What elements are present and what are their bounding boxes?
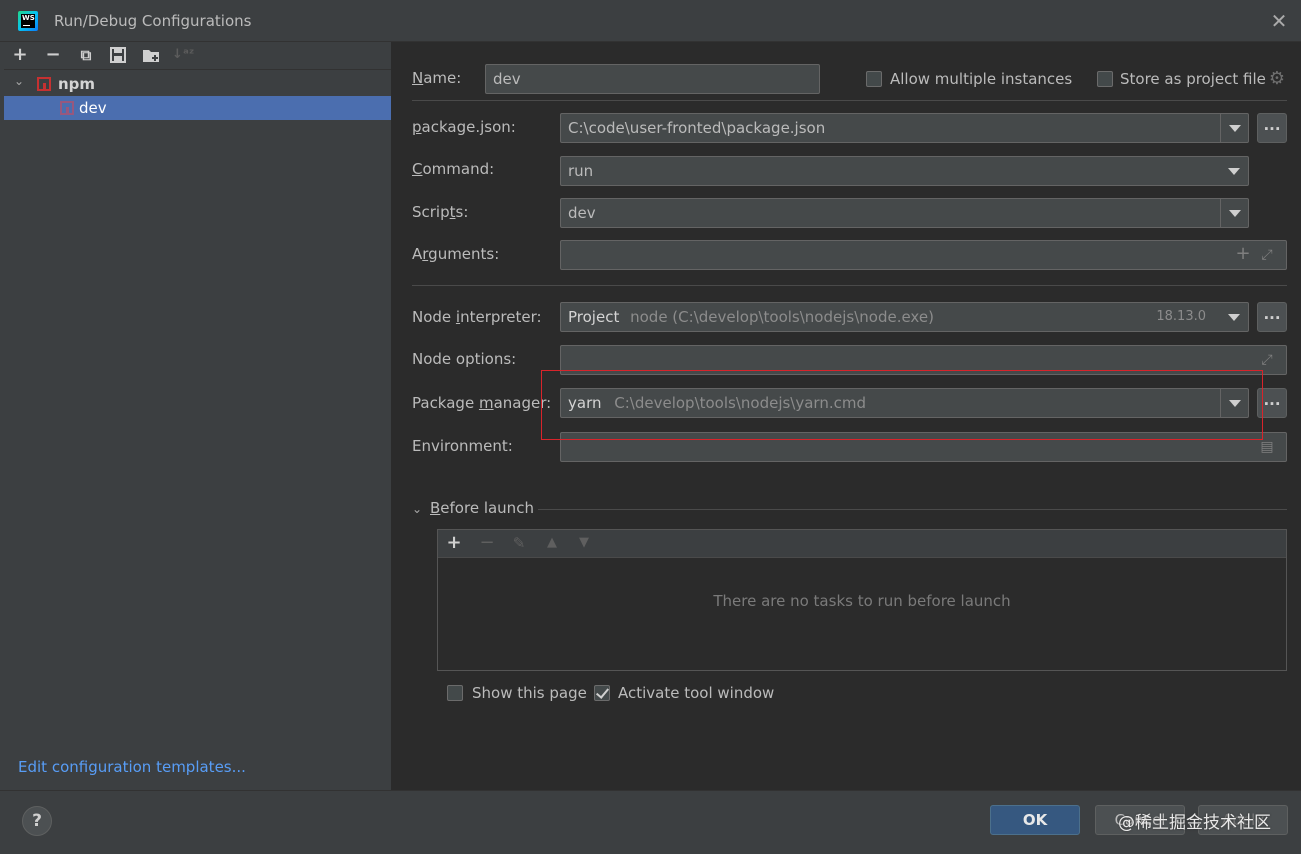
copy-icon[interactable]: ⧉ xyxy=(75,44,97,66)
expand-icon[interactable]: ⤢ xyxy=(1259,247,1275,263)
node-interpreter-select[interactable]: Project node (C:\develop\tools\nodejs\no… xyxy=(560,302,1249,332)
tree-group-label: npm xyxy=(58,75,96,93)
arguments-label: Arguments: xyxy=(412,245,500,263)
watermark: @稀土掘金技术社区 xyxy=(1118,813,1271,833)
plus-icon[interactable]: + xyxy=(1235,245,1251,263)
npm-icon xyxy=(60,101,74,115)
scripts-label: Scripts: xyxy=(412,203,469,221)
command-value: run xyxy=(568,162,594,180)
chevron-down-icon[interactable] xyxy=(1220,199,1248,227)
webstorm-logo-icon: WS xyxy=(18,11,38,31)
package-manager-path: C:\develop\tools\nodejs\yarn.cmd xyxy=(614,394,866,412)
chevron-down-icon[interactable] xyxy=(1220,303,1248,331)
browse-package-manager-button[interactable]: ... xyxy=(1257,388,1287,418)
package-manager-select[interactable]: yarn C:\develop\tools\nodejs\yarn.cmd xyxy=(560,388,1249,418)
environment-input[interactable]: ▤ xyxy=(560,432,1287,462)
add-task-icon[interactable]: + xyxy=(443,532,465,554)
save-icon[interactable] xyxy=(107,44,129,66)
chevron-down-icon[interactable]: ⌄ xyxy=(412,502,422,516)
before-launch-title[interactable]: Before launch xyxy=(430,499,534,517)
store-as-project-checkbox[interactable] xyxy=(1097,71,1113,87)
remove-icon[interactable]: − xyxy=(42,44,64,66)
ok-button[interactable]: OK xyxy=(990,805,1080,835)
node-options-input[interactable]: ⤢ xyxy=(560,345,1287,375)
browse-package-json-button[interactable]: ... xyxy=(1257,113,1287,143)
move-up-icon[interactable]: ▲ xyxy=(541,532,563,554)
activate-tool-label[interactable]: Activate tool window xyxy=(618,684,774,702)
before-launch-toolbar xyxy=(438,530,1286,558)
package-manager-name: yarn xyxy=(568,394,602,412)
scripts-select[interactable]: dev xyxy=(560,198,1249,228)
edit-templates-link[interactable]: Edit configuration templates... xyxy=(18,758,246,776)
before-launch-empty-text: There are no tasks to run before launch xyxy=(713,592,1011,610)
show-page-label[interactable]: Show this page xyxy=(472,684,587,702)
document-icon[interactable]: ▤ xyxy=(1259,439,1275,455)
move-down-icon[interactable]: ▼ xyxy=(573,532,595,554)
node-options-label: Node options: xyxy=(412,350,517,368)
command-label: Command: xyxy=(412,160,495,178)
store-as-project-label[interactable]: Store as project file xyxy=(1120,70,1266,88)
sort-icon[interactable]: ↓ᵃᶻ xyxy=(172,44,194,66)
allow-multiple-checkbox[interactable] xyxy=(866,71,882,87)
edit-task-icon[interactable]: ✎ xyxy=(508,532,530,554)
chevron-down-icon[interactable] xyxy=(1220,157,1248,185)
npm-icon xyxy=(37,77,51,91)
tree-group-npm[interactable]: ⌄ npm xyxy=(4,72,391,96)
help-button[interactable]: ? xyxy=(22,806,52,836)
name-label: Name: xyxy=(412,69,462,87)
add-icon[interactable]: + xyxy=(9,44,31,66)
remove-task-icon[interactable]: − xyxy=(476,532,498,554)
scripts-value: dev xyxy=(568,204,596,222)
browse-interpreter-button[interactable]: ... xyxy=(1257,302,1287,332)
panel-divider[interactable] xyxy=(391,42,392,790)
chevron-down-icon[interactable]: ⌄ xyxy=(14,74,24,88)
chevron-down-icon[interactable] xyxy=(1220,389,1248,417)
activate-tool-checkbox[interactable] xyxy=(594,685,610,701)
tree-item-label: dev xyxy=(79,99,107,117)
package-json-label: package.json: xyxy=(412,118,516,136)
gear-icon[interactable]: ⚙ xyxy=(1268,70,1286,88)
name-input[interactable]: dev xyxy=(485,64,820,94)
close-icon[interactable]: ✕ xyxy=(1268,10,1290,32)
command-select[interactable]: run xyxy=(560,156,1249,186)
node-interpreter-label: Node interpreter: xyxy=(412,308,542,326)
package-manager-label: Package manager: xyxy=(412,394,552,412)
environment-label: Environment: xyxy=(412,437,513,455)
separator xyxy=(412,100,1287,101)
window-title: Run/Debug Configurations xyxy=(54,12,252,30)
node-interpreter-path: node (C:\develop\tools\nodejs\node.exe) xyxy=(630,308,934,326)
allow-multiple-label[interactable]: Allow multiple instances xyxy=(890,70,1072,88)
tree-item-dev[interactable]: dev xyxy=(4,96,391,120)
package-json-select[interactable]: C:\code\user-fronted\package.json xyxy=(560,113,1249,143)
chevron-down-icon[interactable] xyxy=(1220,114,1248,142)
separator xyxy=(412,285,1287,286)
configurations-panel xyxy=(4,42,391,790)
node-version: 18.13.0 xyxy=(1156,309,1206,324)
show-page-checkbox[interactable] xyxy=(447,685,463,701)
package-json-value: C:\code\user-fronted\package.json xyxy=(568,119,826,137)
separator xyxy=(538,509,1287,510)
expand-icon[interactable]: ⤢ xyxy=(1259,352,1275,368)
arguments-input[interactable]: + ⤢ xyxy=(560,240,1287,270)
new-folder-icon[interactable] xyxy=(140,44,162,66)
node-interpreter-kind: Project xyxy=(568,308,620,326)
